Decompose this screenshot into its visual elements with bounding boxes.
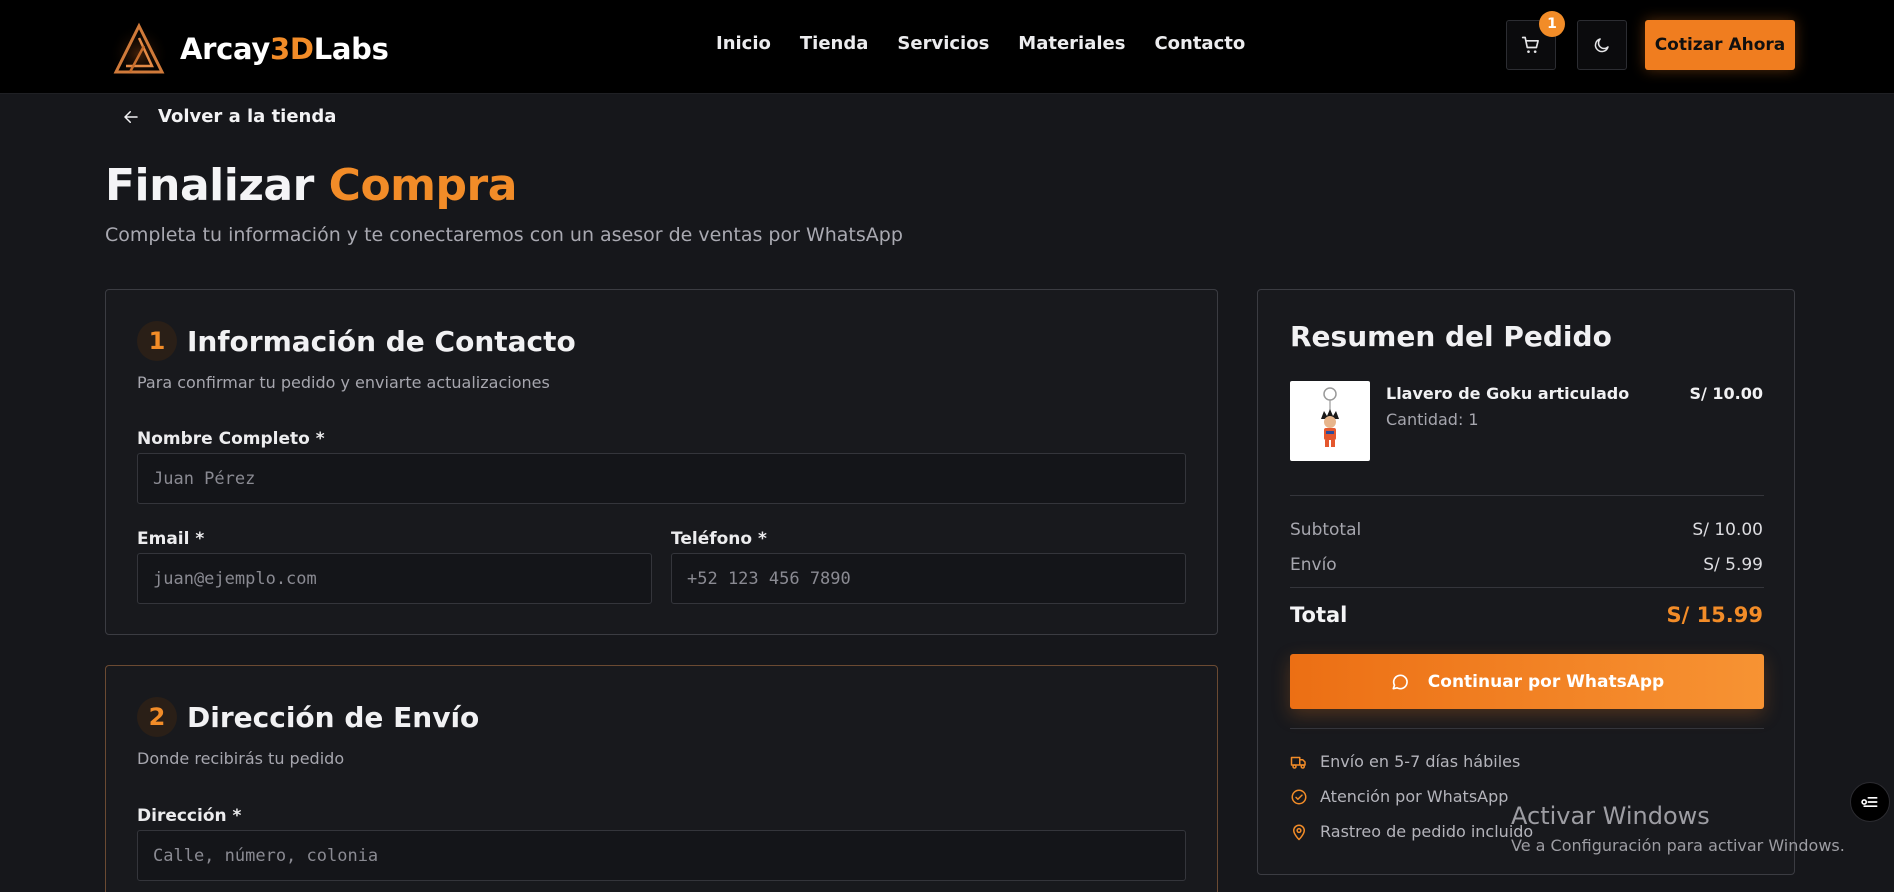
address-input[interactable] xyxy=(137,830,1186,881)
cotizar-ahora-button[interactable]: Cotizar Ahora xyxy=(1645,20,1795,70)
section-title: Dirección de Envío xyxy=(187,700,480,734)
shipping-section-header: 2 Dirección de Envío xyxy=(137,697,479,737)
subtotal-value: S/ 10.00 xyxy=(1692,520,1763,540)
address-label: Dirección * xyxy=(137,806,242,826)
product-quantity: Cantidad: 1 xyxy=(1386,410,1479,429)
summary-title: Resumen del Pedido xyxy=(1290,320,1612,353)
feature-order-tracking: Rastreo de pedido incluido xyxy=(1290,822,1533,841)
nav-link-materiales[interactable]: Materiales xyxy=(1018,33,1125,54)
main-nav: Inicio Tienda Servicios Materiales Conta… xyxy=(716,33,1245,54)
section-title: Información de Contacto xyxy=(187,324,576,358)
cart-icon xyxy=(1521,36,1539,53)
arrow-left-icon xyxy=(124,110,138,123)
shipping-cost-label: Envío xyxy=(1290,555,1337,575)
phone-input[interactable] xyxy=(671,553,1186,604)
continue-whatsapp-button[interactable]: Continuar por WhatsApp xyxy=(1290,654,1764,709)
total-label: Total xyxy=(1290,603,1348,627)
keychain-figure-icon xyxy=(1321,387,1339,447)
truck-icon xyxy=(1290,756,1306,769)
chat-bubble-icon xyxy=(1392,674,1408,689)
nav-link-inicio[interactable]: Inicio xyxy=(716,33,771,54)
map-pin-icon xyxy=(1293,824,1305,840)
divider xyxy=(1290,587,1764,588)
divider xyxy=(1290,495,1764,496)
brand[interactable]: Arcay3DLabs xyxy=(108,18,389,80)
section-subtitle: Donde recibirás tu pedido xyxy=(137,749,345,768)
product-image xyxy=(1290,381,1370,461)
feature-shipping-time: Envío en 5-7 días hábiles xyxy=(1290,752,1520,771)
floating-menu-button[interactable] xyxy=(1850,782,1890,822)
whatsapp-button-label: Continuar por WhatsApp xyxy=(1427,671,1665,692)
contact-info-card: 1 Información de Contacto Para confirmar… xyxy=(105,289,1218,635)
back-label: Volver a la tienda xyxy=(158,106,337,127)
nav-link-contacto[interactable]: Contacto xyxy=(1154,33,1245,54)
navbar: Arcay3DLabs Inicio Tienda Servicios Mate… xyxy=(0,0,1894,94)
cart-count-badge: 1 xyxy=(1539,11,1565,37)
page-subtitle: Completa tu información y te conectaremo… xyxy=(105,224,903,246)
product-name: Llavero de Goku articulado xyxy=(1386,384,1630,403)
feature-whatsapp-support: Atención por WhatsApp xyxy=(1290,787,1508,806)
list-icon xyxy=(1861,797,1878,807)
shipping-cost-value: S/ 5.99 xyxy=(1703,555,1763,575)
full-name-input[interactable] xyxy=(137,453,1186,504)
brand-name: Arcay3DLabs xyxy=(180,32,389,66)
step-badge: 2 xyxy=(137,697,177,737)
email-label: Email * xyxy=(137,529,205,549)
nav-link-tienda[interactable]: Tienda xyxy=(800,33,869,54)
name-label: Nombre Completo * xyxy=(137,429,325,449)
page-title: Finalizar Compra xyxy=(105,160,517,211)
order-summary-card: Resumen del Pedido Llavero de Goku artic… xyxy=(1257,289,1795,875)
subtotal-label: Subtotal xyxy=(1290,520,1362,540)
product-price: S/ 10.00 xyxy=(1689,384,1763,403)
email-input[interactable] xyxy=(137,553,652,604)
section-subtitle: Para confirmar tu pedido y enviarte actu… xyxy=(137,373,550,392)
moon-icon xyxy=(1594,38,1609,53)
theme-toggle-button[interactable] xyxy=(1577,20,1627,70)
shipping-address-card: 2 Dirección de Envío Donde recibirás tu … xyxy=(105,665,1218,892)
windows-activation-subtitle: Ve a Configuración para activar Windows. xyxy=(1511,836,1845,855)
step-badge: 1 xyxy=(137,321,177,361)
divider xyxy=(1290,728,1764,729)
back-to-store-link[interactable]: Volver a la tienda xyxy=(122,106,336,127)
nav-link-servicios[interactable]: Servicios xyxy=(897,33,989,54)
brand-logo-icon xyxy=(109,21,169,80)
total-value: S/ 15.99 xyxy=(1666,603,1763,627)
windows-activation-title: Activar Windows xyxy=(1511,802,1710,830)
phone-label: Teléfono * xyxy=(671,529,767,549)
check-circle-icon xyxy=(1291,789,1307,804)
contact-section-header: 1 Información de Contacto xyxy=(137,321,576,361)
